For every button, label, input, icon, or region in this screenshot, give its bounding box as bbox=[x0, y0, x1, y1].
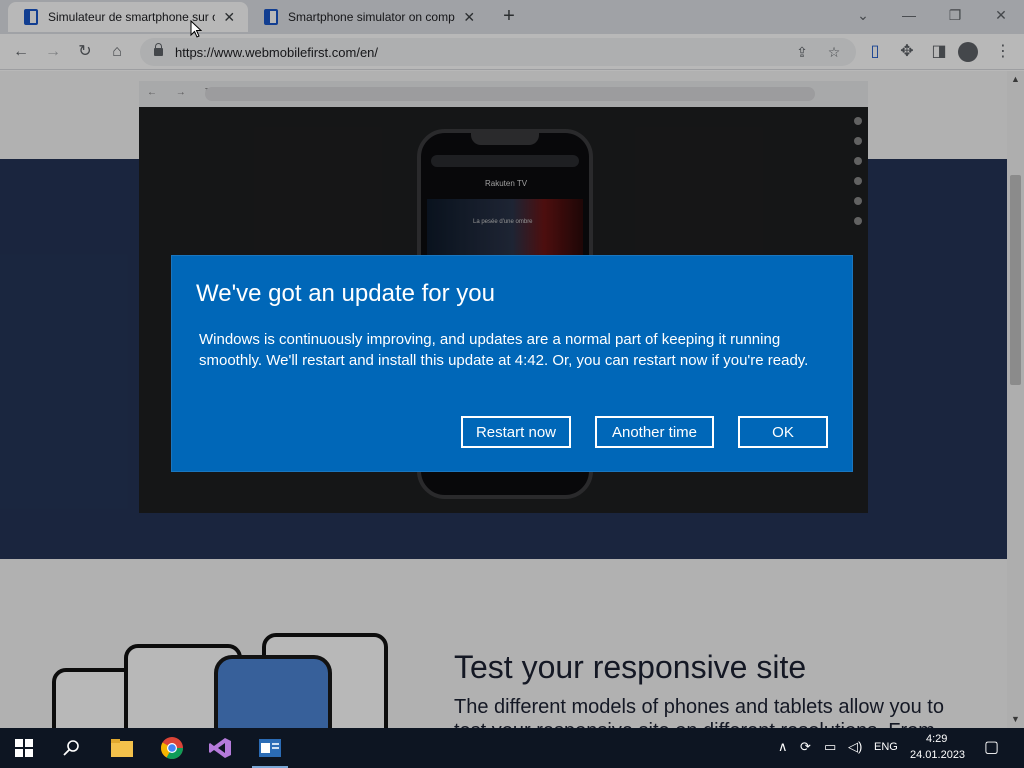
ok-button[interactable]: OK bbox=[738, 416, 828, 448]
mouse-cursor-icon bbox=[190, 20, 202, 38]
windows-update-dialog: We've got an update for you Windows is c… bbox=[172, 256, 852, 471]
search-icon[interactable] bbox=[58, 734, 86, 762]
tray-overflow-chevron-icon[interactable]: ∧ bbox=[778, 739, 788, 755]
volume-icon[interactable]: ◁) bbox=[848, 739, 862, 755]
active-app-icon[interactable] bbox=[256, 734, 284, 762]
restart-now-button[interactable]: Restart now bbox=[461, 416, 571, 448]
chrome-icon[interactable] bbox=[158, 734, 186, 762]
another-time-button[interactable]: Another time bbox=[595, 416, 714, 448]
network-icon[interactable]: ▭ bbox=[824, 739, 836, 755]
start-windows-icon[interactable] bbox=[10, 734, 38, 762]
tray-update-icon[interactable]: ⟳ bbox=[800, 739, 811, 755]
windows-taskbar: ∧ ⟳ ▭ ◁) ENG 4:29 24.01.2023 ▢ bbox=[0, 728, 1024, 768]
clock-time[interactable]: 4:29 bbox=[926, 733, 947, 745]
visual-studio-icon[interactable] bbox=[206, 734, 234, 762]
dialog-title: We've got an update for you bbox=[196, 280, 496, 307]
file-explorer-icon[interactable] bbox=[108, 734, 136, 762]
clock-date[interactable]: 24.01.2023 bbox=[910, 749, 965, 761]
language-indicator[interactable]: ENG bbox=[874, 741, 898, 753]
dialog-message: Windows is continuously improving, and u… bbox=[199, 331, 809, 369]
action-center-icon[interactable]: ▢ bbox=[984, 737, 999, 757]
